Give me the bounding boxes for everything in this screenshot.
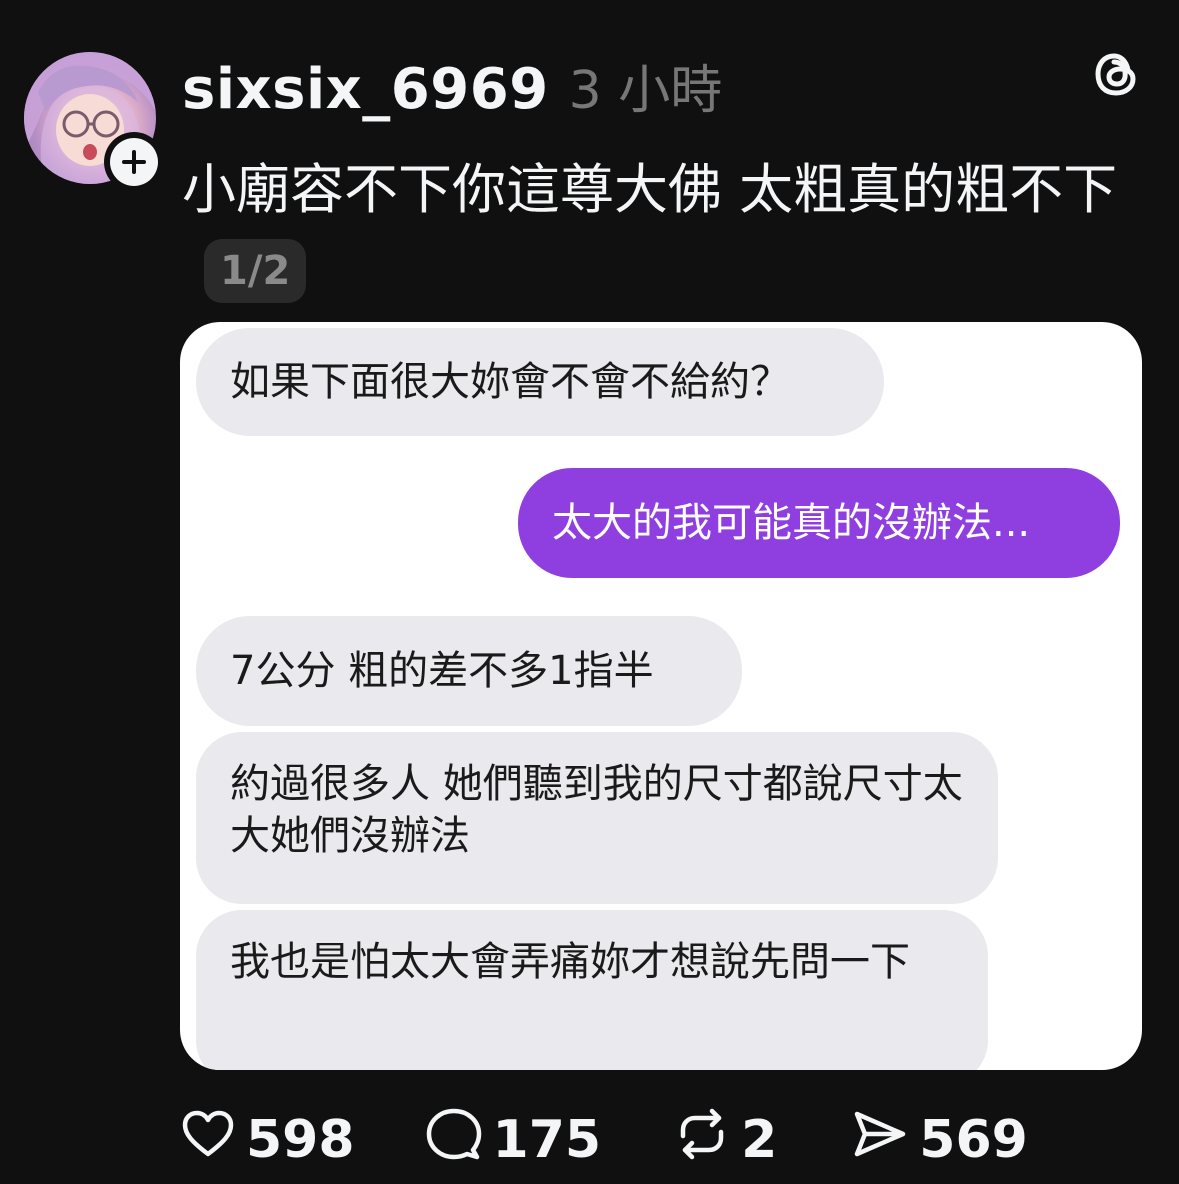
chat-message-incoming: 我也是怕太大會弄痛妳才想說先問一下	[196, 910, 988, 1070]
share-button[interactable]: 569	[851, 1106, 1028, 1175]
message-text: 約過很多人 她們聽到我的尺寸都說尺寸太大她們沒辦法	[230, 761, 963, 859]
post-time: 3 小時	[568, 61, 723, 121]
threads-logo-icon[interactable]	[1090, 48, 1142, 100]
chat-message-outgoing: 太大的我可能真的沒辦法...	[518, 468, 1120, 578]
chat-message-incoming: 約過很多人 她們聽到我的尺寸都說尺寸太大她們沒辦法	[196, 732, 998, 904]
follow-button[interactable]	[104, 132, 164, 192]
post-text: 小廟容不下你這尊大佛 太粗真的粗不下 1/2	[182, 146, 1142, 322]
message-text: 太大的我可能真的沒辦法...	[552, 500, 1031, 546]
share-count: 569	[919, 1110, 1028, 1170]
repost-button[interactable]: 2	[673, 1106, 777, 1175]
heart-icon	[180, 1106, 246, 1175]
chat-message-incoming: 7公分 粗的差不多1指半	[196, 616, 742, 726]
repost-count: 2	[741, 1110, 778, 1170]
message-text: 我也是怕太大會弄痛妳才想說先問一下	[230, 939, 910, 985]
chat-message-incoming: 如果下面很大妳會不會不給約？	[196, 328, 884, 436]
username[interactable]: sixsix_6969	[182, 57, 549, 122]
plus-icon	[110, 138, 158, 186]
post-header: sixsix_6969 3 小時	[182, 48, 722, 122]
chat-screenshot[interactable]: 如果下面很大妳會不會不給約？ 太大的我可能真的沒辦法... 7公分 粗的差不多1…	[180, 322, 1142, 1070]
message-text: 如果下面很大妳會不會不給約？	[230, 359, 790, 405]
repost-icon	[673, 1106, 741, 1175]
page-indicator[interactable]: 1/2	[204, 239, 307, 303]
comment-count: 175	[492, 1110, 602, 1170]
like-count: 598	[246, 1110, 355, 1170]
like-button[interactable]: 598	[180, 1106, 355, 1175]
message-text: 7公分 粗的差不多1指半	[230, 648, 654, 694]
comment-button[interactable]: 175	[425, 1106, 602, 1175]
comment-bubble-icon	[425, 1106, 493, 1175]
send-icon	[851, 1106, 919, 1175]
action-bar: 598 175 2 569	[180, 1108, 1028, 1172]
post-body: 小廟容不下你這尊大佛 太粗真的粗不下	[182, 158, 1118, 221]
